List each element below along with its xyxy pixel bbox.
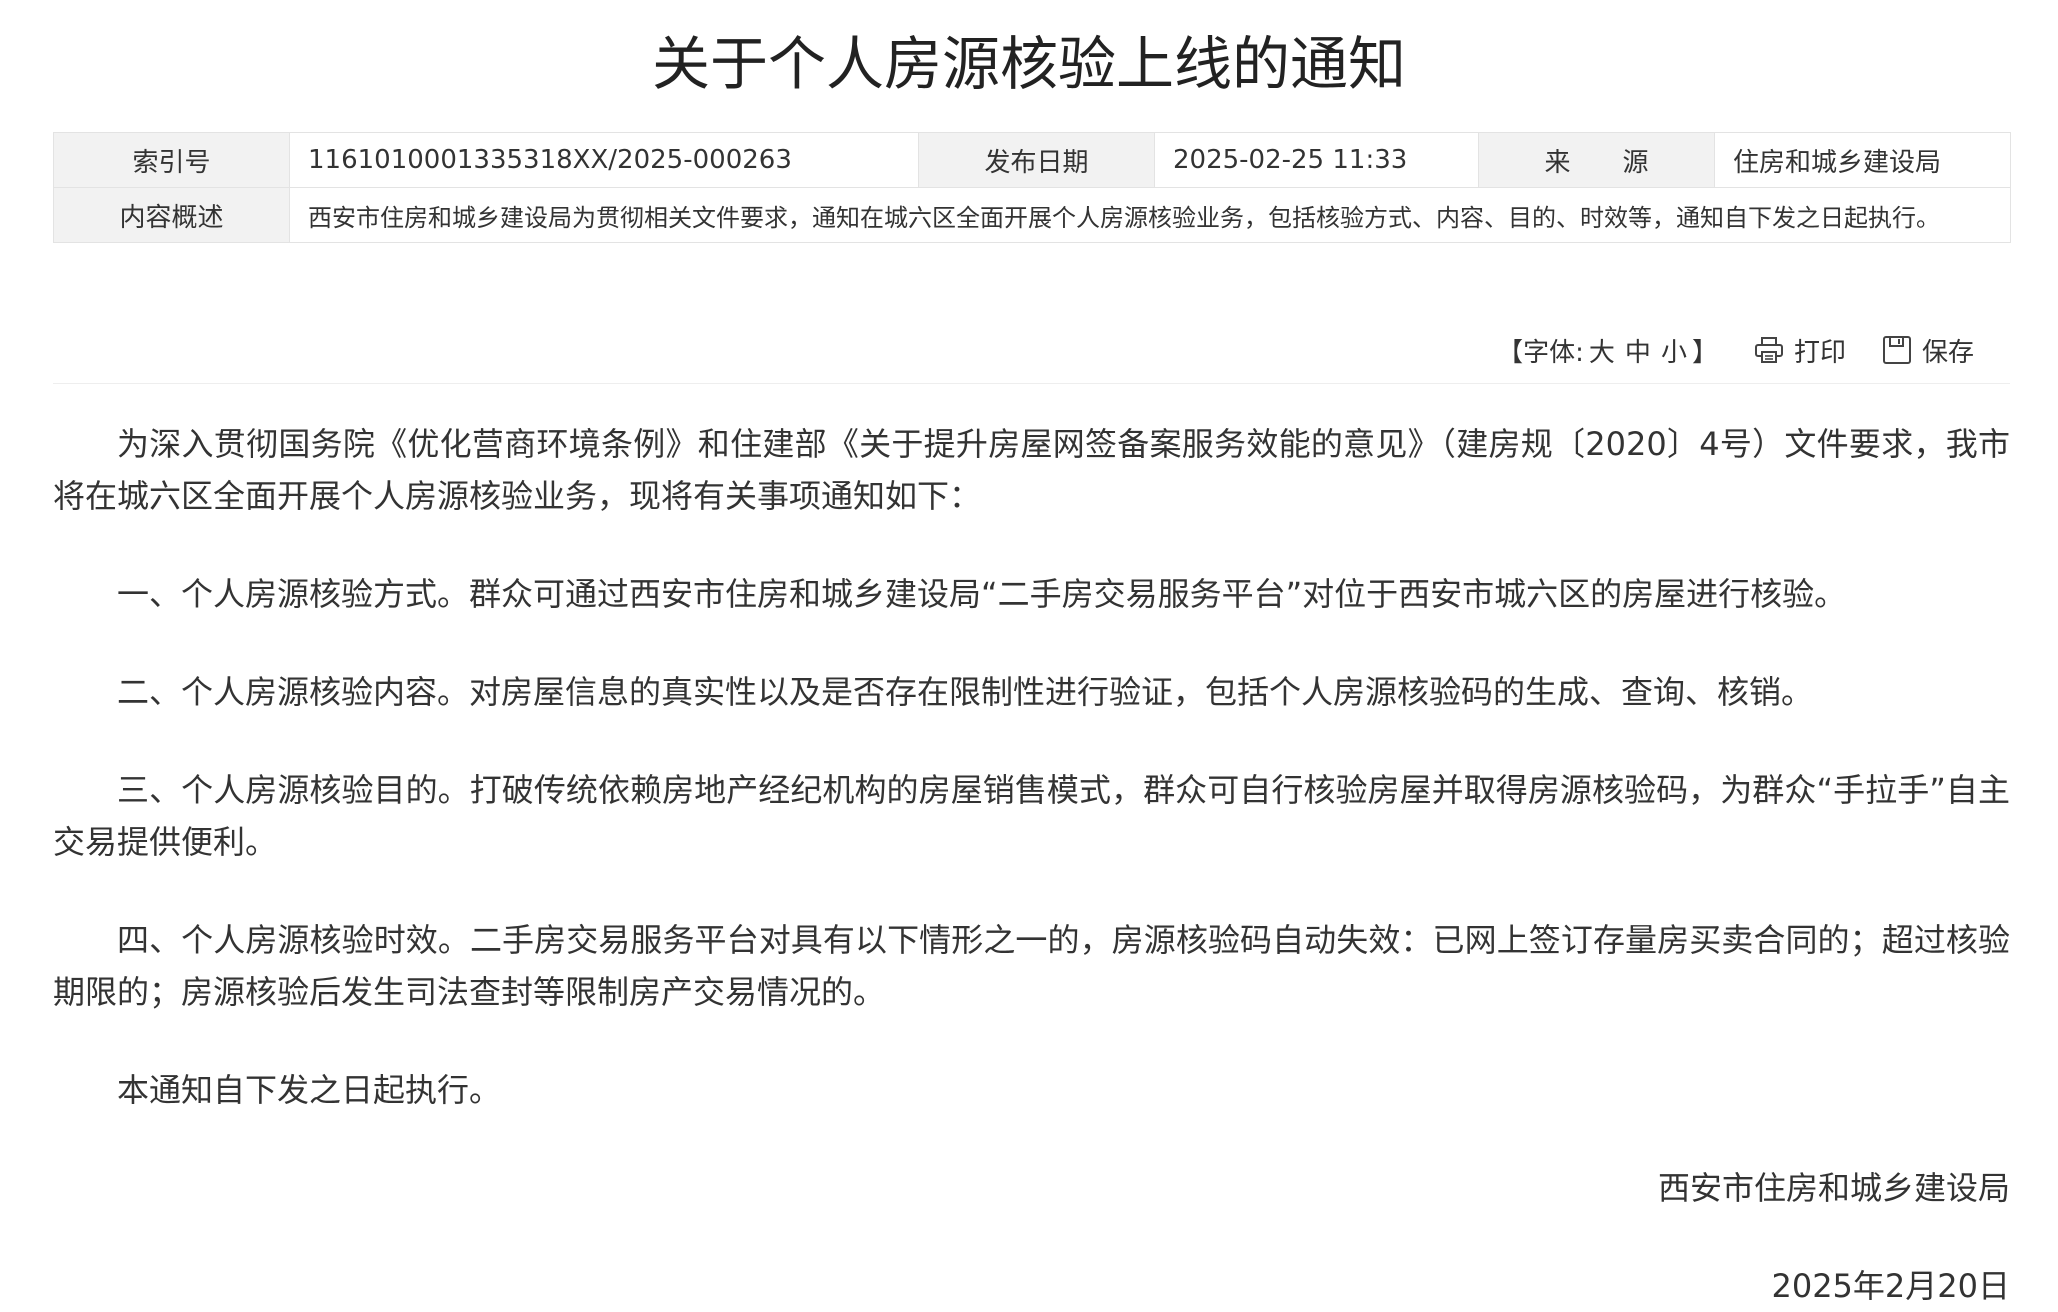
print-button[interactable]: 打印	[1754, 332, 1846, 369]
save-label: 保存	[1921, 337, 1974, 368]
font-size-prefix: 【字体:	[1497, 337, 1584, 368]
article-body: 为深入贯彻国务院《优化营商环境条例》和住建部《关于提升房屋网签备案服务效能的意见…	[53, 418, 2010, 1312]
issuer-signature: 西安市住房和城乡建设局	[1657, 1169, 2010, 1207]
body-paragraph-content: 二、个人房源核验内容。对房屋信息的真实性以及是否存在限制性进行验证，包括个人房源…	[117, 673, 1814, 711]
print-label: 打印	[1793, 337, 1846, 368]
publish-date-label: 发布日期	[918, 132, 1155, 188]
body-paragraph-intro: 为深入贯彻国务院《优化营商环境条例》和住建部《关于提升房屋网签备案服务效能的意见…	[53, 425, 2010, 515]
font-size-suffix: 】	[1691, 337, 1718, 368]
body-paragraph-purpose: 三、个人房源核验目的。打破传统依赖房地产经纪机构的房屋销售模式，群众可自行核验房…	[53, 771, 2010, 861]
font-small-link[interactable]: 小	[1661, 332, 1687, 369]
toolbar-divider	[53, 383, 2010, 384]
index-label: 索引号	[53, 132, 290, 188]
summary-value: 西安市住房和城乡建设局为贯彻相关文件要求，通知在城六区全面开展个人房源核验业务，…	[289, 187, 2011, 243]
metadata-row-2: 内容概述 西安市住房和城乡建设局为贯彻相关文件要求，通知在城六区全面开展个人房源…	[53, 187, 2011, 243]
printer-icon	[1754, 337, 1783, 363]
summary-label: 内容概述	[53, 187, 290, 243]
article-toolbar: 【字体: 大 中 小 】 打印 保存	[1497, 330, 1974, 370]
body-paragraph-method: 一、个人房源核验方式。群众可通过西安市住房和城乡建设局“二手房交易服务平台”对位…	[117, 575, 1847, 613]
source-value: 住房和城乡建设局	[1714, 132, 2011, 188]
font-large-link[interactable]: 大	[1589, 332, 1615, 369]
save-button[interactable]: 保存	[1882, 332, 1974, 369]
body-paragraph-validity: 四、个人房源核验时效。二手房交易服务平台对具有以下情形之一的，房源核验码自动失效…	[53, 921, 2010, 1011]
body-paragraph-effective: 本通知自下发之日起执行。	[117, 1071, 502, 1109]
metadata-table: 索引号 1161010001335318XX/2025-000263 发布日期 …	[53, 132, 2011, 243]
publish-date-value: 2025-02-25 11:33	[1154, 132, 1479, 188]
index-value: 1161010001335318XX/2025-000263	[289, 132, 919, 188]
floppy-disk-icon	[1882, 336, 1911, 364]
page-title: 关于个人房源核验上线的通知	[651, 30, 1406, 98]
source-label: 来 源	[1478, 132, 1715, 188]
font-medium-link[interactable]: 中	[1625, 332, 1651, 369]
issue-date: 2025年2月20日	[1771, 1267, 2010, 1305]
font-size-control: 【字体: 大 中 小 】	[1497, 332, 1718, 369]
metadata-row-1: 索引号 1161010001335318XX/2025-000263 发布日期 …	[53, 132, 2011, 188]
